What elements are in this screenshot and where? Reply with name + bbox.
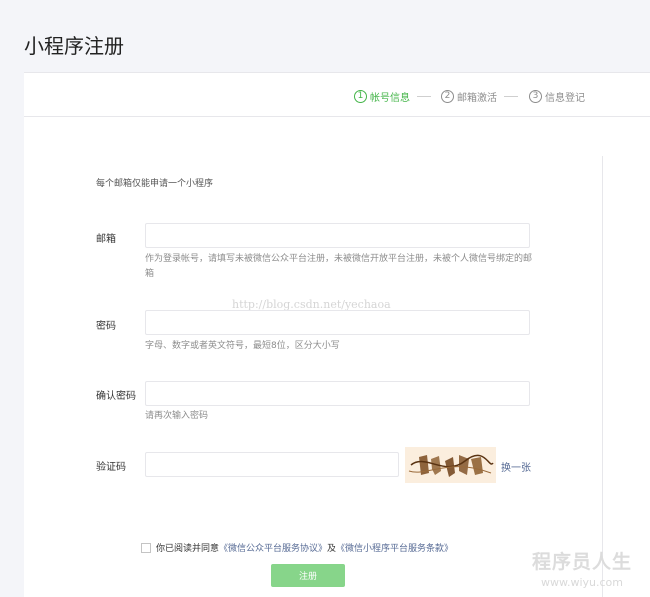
agreement-checkbox[interactable] (141, 542, 151, 553)
confirm-password-hint: 请再次输入密码 (145, 411, 209, 421)
step-number-1: 1 (354, 90, 367, 103)
corner-logo-title: 程序员人生 (531, 551, 632, 573)
corner-logo-url: www.wiyu.com (540, 576, 623, 589)
form-notice: 每个邮箱仅能申请一个小程序 (96, 179, 214, 189)
agreement-row: 你已阅读并同意 《微信公众平台服务协议》 及 《微信小程序平台服务条款》 (141, 541, 453, 554)
captcha-input[interactable] (145, 452, 399, 477)
password-label: 密码 (96, 321, 116, 332)
agreement-and: 及 (327, 544, 337, 554)
register-button[interactable]: 注册 (271, 564, 345, 587)
step-email-activation: 2 邮箱激活 (441, 89, 497, 104)
step-info-registration: 3 信息登记 (529, 89, 585, 104)
step-label-account-info: 帐号信息 (370, 93, 410, 104)
agreement-prefix: 你已阅读并同意 (156, 544, 220, 554)
email-field[interactable] (145, 223, 530, 248)
step-number-3: 3 (529, 90, 542, 103)
step-divider (417, 96, 431, 97)
page-title: 小程序注册 (24, 34, 124, 58)
change-captcha-link[interactable]: 换一张 (501, 459, 531, 474)
captcha-image[interactable] (405, 447, 496, 483)
captcha-label: 验证码 (96, 462, 126, 473)
step-number-2: 2 (441, 90, 454, 103)
password-field[interactable] (145, 310, 530, 335)
step-divider (504, 96, 518, 97)
confirm-password-field[interactable] (145, 381, 530, 406)
steps-bar: 1 帐号信息 2 邮箱激活 3 信息登记 (24, 73, 650, 117)
confirm-password-label: 确认密码 (96, 391, 136, 402)
public-platform-agreement-link[interactable]: 《微信公众平台服务协议》 (219, 541, 327, 554)
step-label-email-activation: 邮箱激活 (457, 93, 497, 104)
step-account-info: 1 帐号信息 (354, 89, 410, 104)
email-hint: 作为登录帐号，请填写未被微信公众平台注册，未被微信开放平台注册，未被个人微信号绑… (145, 254, 533, 279)
corner-watermark-logo: 程序员人生 www.wiyu.com (520, 547, 644, 597)
password-hint: 字母、数字或者英文符号，最短8位，区分大小写 (145, 341, 340, 351)
mini-program-terms-link[interactable]: 《微信小程序平台服务条款》 (336, 541, 453, 554)
step-label-info-registration: 信息登记 (545, 93, 585, 104)
email-label: 邮箱 (96, 234, 116, 245)
